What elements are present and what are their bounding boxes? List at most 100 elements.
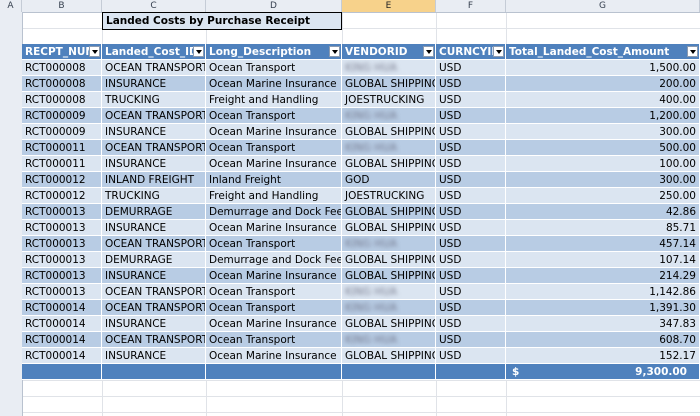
column-header-B[interactable]: B <box>22 0 102 12</box>
cell-long-description[interactable]: Ocean Transport <box>206 60 342 76</box>
filter-dropdown-icon[interactable] <box>493 46 504 57</box>
cell-landed-cost-id[interactable]: DEMURRAGE <box>102 252 206 268</box>
cell-recpt-num[interactable]: RCT000008 <box>22 92 102 108</box>
filter-dropdown-icon[interactable] <box>329 46 340 57</box>
cell-curncyid[interactable]: USD <box>436 140 506 156</box>
cell-vendorid[interactable]: JOESTRUCKING <box>342 92 436 108</box>
cell-landed-cost-id[interactable]: INSURANCE <box>102 124 206 140</box>
cell-curncyid[interactable]: USD <box>436 204 506 220</box>
total-amount-cell[interactable]: $9,300.00 <box>506 364 700 380</box>
cell-recpt-num[interactable]: RCT000008 <box>22 76 102 92</box>
header-total-landed-cost-amount[interactable]: Total_Landed_Cost_Amount <box>506 44 700 60</box>
cell-curncyid[interactable]: USD <box>436 332 506 348</box>
cell-curncyid[interactable]: USD <box>436 236 506 252</box>
cell-landed-cost-id[interactable]: OCEAN TRANSPORT <box>102 332 206 348</box>
cell-landed-cost-id[interactable]: INSURANCE <box>102 268 206 284</box>
cell-curncyid[interactable]: USD <box>436 188 506 204</box>
cell-landed-cost-id[interactable]: INLAND FREIGHT <box>102 172 206 188</box>
cell-amount[interactable]: 500.00 <box>506 140 700 156</box>
header-landed-cost-id[interactable]: Landed_Cost_ID <box>102 44 206 60</box>
cell-landed-cost-id[interactable]: OCEAN TRANSPORT <box>102 140 206 156</box>
cell-vendorid[interactable]: KING HUA <box>342 300 436 316</box>
cell-amount[interactable]: 107.14 <box>506 252 700 268</box>
cell-long-description[interactable]: Demurrage and Dock Fees <box>206 204 342 220</box>
cell-recpt-num[interactable]: RCT000008 <box>22 60 102 76</box>
cell-vendorid[interactable]: GLOBAL SHIPPING <box>342 76 436 92</box>
cell-amount[interactable]: 1,142.86 <box>506 284 700 300</box>
column-header-A[interactable]: A <box>0 0 22 12</box>
total-empty-cell[interactable] <box>206 364 342 380</box>
total-empty-cell[interactable] <box>102 364 206 380</box>
cell-amount[interactable]: 200.00 <box>506 76 700 92</box>
cell-landed-cost-id[interactable]: INSURANCE <box>102 156 206 172</box>
cell-recpt-num[interactable]: RCT000011 <box>22 156 102 172</box>
cell-landed-cost-id[interactable]: INSURANCE <box>102 316 206 332</box>
cell-long-description[interactable]: Freight and Handling <box>206 188 342 204</box>
cell-vendorid[interactable]: GLOBAL SHIPPING <box>342 156 436 172</box>
cell-recpt-num[interactable]: RCT000012 <box>22 172 102 188</box>
cell-long-description[interactable]: Freight and Handling <box>206 92 342 108</box>
column-header-E[interactable]: E <box>342 0 436 12</box>
cell-long-description[interactable]: Inland Freight <box>206 172 342 188</box>
cell-curncyid[interactable]: USD <box>436 252 506 268</box>
cell-amount[interactable]: 152.17 <box>506 348 700 364</box>
cell-long-description[interactable]: Ocean Marine Insurance <box>206 268 342 284</box>
cell-landed-cost-id[interactable]: INSURANCE <box>102 220 206 236</box>
cell-landed-cost-id[interactable]: DEMURRAGE <box>102 204 206 220</box>
column-header-G[interactable]: G <box>506 0 700 12</box>
cell-long-description[interactable]: Ocean Transport <box>206 332 342 348</box>
cell-vendorid[interactable]: KING HUA <box>342 140 436 156</box>
cell-landed-cost-id[interactable]: OCEAN TRANSPORT <box>102 284 206 300</box>
cell-amount[interactable]: 100.00 <box>506 156 700 172</box>
cell-vendorid[interactable]: GLOBAL SHIPPING <box>342 124 436 140</box>
cell-long-description[interactable]: Ocean Transport <box>206 236 342 252</box>
cell-curncyid[interactable]: USD <box>436 220 506 236</box>
cell-vendorid[interactable]: KING HUA <box>342 236 436 252</box>
cell-recpt-num[interactable]: RCT000013 <box>22 284 102 300</box>
filter-dropdown-icon[interactable] <box>89 46 100 57</box>
cell-amount[interactable]: 1,200.00 <box>506 108 700 124</box>
cell-long-description[interactable]: Demurrage and Dock Fees <box>206 252 342 268</box>
cell-amount[interactable]: 347.83 <box>506 316 700 332</box>
cell-amount[interactable]: 42.86 <box>506 204 700 220</box>
cell-vendorid[interactable]: KING HUA <box>342 284 436 300</box>
cell-recpt-num[interactable]: RCT000014 <box>22 348 102 364</box>
cell-recpt-num[interactable]: RCT000011 <box>22 140 102 156</box>
cell-recpt-num[interactable]: RCT000013 <box>22 268 102 284</box>
cell-landed-cost-id[interactable]: INSURANCE <box>102 348 206 364</box>
cell-long-description[interactable]: Ocean Transport <box>206 140 342 156</box>
cell-curncyid[interactable]: USD <box>436 156 506 172</box>
cell-landed-cost-id[interactable]: TRUCKING <box>102 92 206 108</box>
cell-recpt-num[interactable]: RCT000013 <box>22 236 102 252</box>
cell-curncyid[interactable]: USD <box>436 108 506 124</box>
cell-vendorid[interactable]: KING HUA <box>342 60 436 76</box>
cell-long-description[interactable]: Ocean Marine Insurance <box>206 76 342 92</box>
report-title[interactable]: Landed Costs by Purchase Receipt <box>102 12 342 30</box>
cell-amount[interactable]: 608.70 <box>506 332 700 348</box>
cell-landed-cost-id[interactable]: TRUCKING <box>102 188 206 204</box>
cell-curncyid[interactable]: USD <box>436 60 506 76</box>
cell-vendorid[interactable]: GOD <box>342 172 436 188</box>
header-long-description[interactable]: Long_Description <box>206 44 342 60</box>
column-header-F[interactable]: F <box>436 0 506 12</box>
cell-vendorid[interactable]: GLOBAL SHIPPING <box>342 220 436 236</box>
cell-curncyid[interactable]: USD <box>436 268 506 284</box>
total-empty-cell[interactable] <box>436 364 506 380</box>
cell-long-description[interactable]: Ocean Transport <box>206 108 342 124</box>
cell-amount[interactable]: 457.14 <box>506 236 700 252</box>
cell-amount[interactable]: 85.71 <box>506 220 700 236</box>
cell-curncyid[interactable]: USD <box>436 348 506 364</box>
cell-recpt-num[interactable]: RCT000009 <box>22 124 102 140</box>
cell-long-description[interactable]: Ocean Transport <box>206 284 342 300</box>
cell-curncyid[interactable]: USD <box>436 284 506 300</box>
cell-amount[interactable]: 1,391.30 <box>506 300 700 316</box>
cell-vendorid[interactable]: GLOBAL SHIPPING <box>342 268 436 284</box>
cell-recpt-num[interactable]: RCT000009 <box>22 108 102 124</box>
cell-recpt-num[interactable]: RCT000013 <box>22 252 102 268</box>
cell-long-description[interactable]: Ocean Marine Insurance <box>206 124 342 140</box>
cell-recpt-num[interactable]: RCT000013 <box>22 220 102 236</box>
header-recpt-num[interactable]: RECPT_NUM <box>22 44 102 60</box>
cell-amount[interactable]: 214.29 <box>506 268 700 284</box>
cell-curncyid[interactable]: USD <box>436 316 506 332</box>
cell-landed-cost-id[interactable]: INSURANCE <box>102 76 206 92</box>
